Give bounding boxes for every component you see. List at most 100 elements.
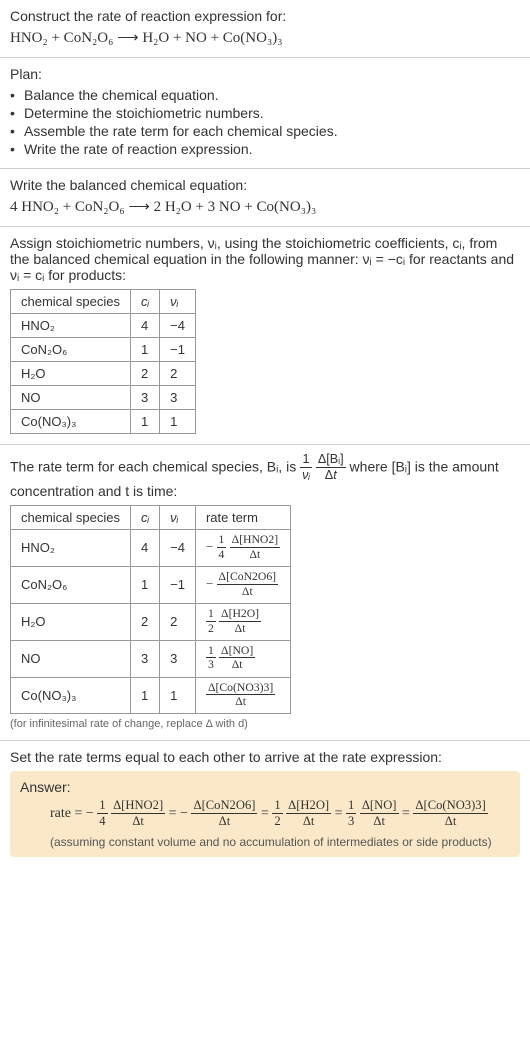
- cell-species: Co(NO₃)₃: [11, 677, 131, 714]
- col-ci: cᵢ: [131, 505, 160, 529]
- table-row: CoN₂O₆1−1: [11, 338, 196, 362]
- stoich-table: chemical species cᵢ νᵢ HNO₂4−4 CoN₂O₆1−1…: [10, 289, 196, 434]
- table-row: Co(NO₃)₃11: [11, 410, 196, 434]
- col-nui: νᵢ: [160, 290, 196, 314]
- table-row: HNO₂ 4 −4 − 14 Δ[HNO2]Δt: [11, 529, 291, 566]
- cell-species: H₂O: [11, 362, 131, 386]
- cell-ci: 2: [131, 603, 160, 640]
- cell-species: NO: [11, 386, 131, 410]
- plan-item-text: Balance the chemical equation.: [24, 87, 219, 103]
- cell-ci: 1: [131, 566, 160, 603]
- answer-equation: rate = − 14 Δ[HNO2]Δt = − Δ[CoN2O6]Δt = …: [20, 799, 510, 829]
- coef-frac: 13: [346, 799, 356, 829]
- cell-rate: Δ[Co(NO3)3]Δt: [195, 677, 290, 714]
- answer-label: Answer:: [20, 779, 510, 795]
- delta-frac: Δ[Co(NO3)3]Δt: [413, 799, 487, 829]
- delta-frac: Δ[HNO2]Δt: [111, 799, 165, 829]
- cell-ci: 1: [131, 338, 160, 362]
- cell-rate: 13 Δ[NO]Δt: [195, 640, 290, 677]
- plan-item: Balance the chemical equation.: [10, 86, 520, 104]
- delta-frac: Δ[CoN2O6]Δt: [191, 799, 257, 829]
- cell-nui: −1: [160, 338, 196, 362]
- cell-nui: −1: [160, 566, 196, 603]
- unbalanced-equation: HNO₂ + CoN₂O₆ ⟶ H₂O + NO + Co(NO₃)₃: [10, 28, 520, 47]
- neg-sign: −: [206, 539, 213, 554]
- neg-sign: −: [206, 576, 213, 591]
- cell-species: CoN₂O₆: [11, 338, 131, 362]
- rateterm-intro-pre: The rate term for each chemical species,…: [10, 459, 300, 475]
- table-row: NO33: [11, 386, 196, 410]
- col-nui: νᵢ: [160, 505, 196, 529]
- table-header-row: chemical species cᵢ νᵢ: [11, 290, 196, 314]
- cell-nui: −4: [160, 529, 196, 566]
- cell-nui: −4: [160, 314, 196, 338]
- plan-item-text: Write the rate of reaction expression.: [24, 141, 253, 157]
- plan-title: Plan:: [10, 66, 520, 82]
- prompt-section: Construct the rate of reaction expressio…: [0, 0, 530, 58]
- prompt-heading: Construct the rate of reaction expressio…: [10, 8, 520, 28]
- cell-ci: 3: [131, 386, 160, 410]
- answer-note: (assuming constant volume and no accumul…: [20, 835, 510, 849]
- cell-ci: 2: [131, 362, 160, 386]
- cell-ci: 1: [131, 677, 160, 714]
- rateterm-footnote: (for infinitesimal rate of change, repla…: [10, 718, 520, 730]
- plan-item-text: Determine the stoichiometric numbers.: [24, 105, 264, 121]
- plan-item: Determine the stoichiometric numbers.: [10, 104, 520, 122]
- coef-frac: 13: [206, 645, 216, 673]
- cell-nui: 3: [160, 386, 196, 410]
- final-title: Set the rate terms equal to each other t…: [10, 749, 520, 765]
- col-species: chemical species: [11, 505, 131, 529]
- cell-rate: 12 Δ[H2O]Δt: [195, 603, 290, 640]
- table-row: H₂O22: [11, 362, 196, 386]
- bullet-icon: [10, 105, 20, 121]
- delta-frac: Δ[H2O]Δt: [219, 608, 261, 636]
- balanced-title: Write the balanced chemical equation:: [10, 177, 520, 193]
- table-row: Co(NO₃)₃ 1 1 Δ[Co(NO3)3]Δt: [11, 677, 291, 714]
- table-row: CoN₂O₆ 1 −1 − Δ[CoN2O6]Δt: [11, 566, 291, 603]
- cell-nui: 1: [160, 410, 196, 434]
- cell-rate: − 14 Δ[HNO2]Δt: [195, 529, 290, 566]
- bullet-icon: [10, 123, 20, 139]
- delta-frac: Δ[NO]Δt: [360, 799, 399, 829]
- col-rate: rate term: [195, 505, 290, 529]
- rateterm-intro: The rate term for each chemical species,…: [10, 453, 520, 499]
- coef-frac: 12: [272, 799, 282, 829]
- cell-species: CoN₂O₆: [11, 566, 131, 603]
- plan-item: Write the rate of reaction expression.: [10, 140, 520, 158]
- rateterm-section: The rate term for each chemical species,…: [0, 445, 530, 741]
- cell-ci: 4: [131, 314, 160, 338]
- frac-dbi-dt: Δ[Bᵢ]Δt: [316, 453, 346, 483]
- cell-rate: − Δ[CoN2O6]Δt: [195, 566, 290, 603]
- cell-nui: 2: [160, 603, 196, 640]
- cell-ci: 4: [131, 529, 160, 566]
- neg-sign: −: [86, 807, 94, 822]
- cell-species: HNO₂: [11, 314, 131, 338]
- delta-frac: Δ[NO]Δt: [219, 645, 255, 673]
- plan-list: Balance the chemical equation. Determine…: [10, 86, 520, 158]
- bullet-icon: [10, 87, 20, 103]
- cell-species: H₂O: [11, 603, 131, 640]
- cell-species: HNO₂: [11, 529, 131, 566]
- col-ci: cᵢ: [131, 290, 160, 314]
- cell-species: NO: [11, 640, 131, 677]
- balanced-section: Write the balanced chemical equation: 4 …: [0, 169, 530, 227]
- cell-ci: 1: [131, 410, 160, 434]
- table-header-row: chemical species cᵢ νᵢ rate term: [11, 505, 291, 529]
- balanced-equation: 4 HNO₂ + CoN₂O₆ ⟶ 2 H₂O + 3 NO + Co(NO₃)…: [10, 197, 520, 216]
- bullet-icon: [10, 141, 20, 157]
- cell-nui: 1: [160, 677, 196, 714]
- final-section: Set the rate terms equal to each other t…: [0, 741, 530, 867]
- frac-one-over-nu: 1νᵢ: [300, 453, 312, 483]
- cell-nui: 3: [160, 640, 196, 677]
- coef-frac: 14: [97, 799, 107, 829]
- answer-box: Answer: rate = − 14 Δ[HNO2]Δt = − Δ[CoN2…: [10, 771, 520, 857]
- plan-item-text: Assemble the rate term for each chemical…: [24, 123, 338, 139]
- cell-nui: 2: [160, 362, 196, 386]
- plan-section: Plan: Balance the chemical equation. Det…: [0, 58, 530, 169]
- table-row: HNO₂4−4: [11, 314, 196, 338]
- rate-word: rate =: [50, 807, 86, 822]
- cell-ci: 3: [131, 640, 160, 677]
- cell-species: Co(NO₃)₃: [11, 410, 131, 434]
- coef-frac: 12: [206, 608, 216, 636]
- delta-frac: Δ[H2O]Δt: [286, 799, 331, 829]
